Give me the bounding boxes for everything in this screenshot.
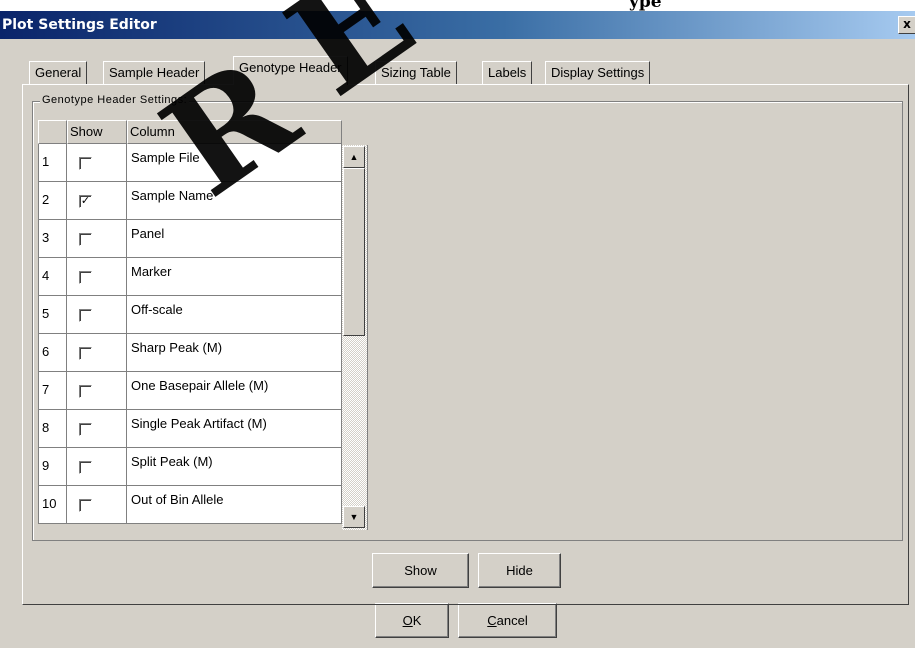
- column-name: Off-scale: [127, 296, 342, 334]
- show-checkbox[interactable]: ✓: [79, 195, 92, 208]
- show-checkbox[interactable]: [79, 347, 92, 360]
- show-cell: [67, 334, 127, 372]
- show-checkbox[interactable]: [79, 309, 92, 322]
- show-cell: [67, 486, 127, 524]
- tab-label: Sample Header: [109, 65, 200, 80]
- tab-label: Genotype Header: [239, 60, 342, 75]
- scroll-up-button[interactable]: ▲: [343, 146, 365, 168]
- tab-labels[interactable]: Labels: [482, 61, 533, 84]
- tab-sample-header[interactable]: Sample Header: [103, 61, 206, 84]
- show-cell: ✓: [67, 182, 127, 220]
- hide-button[interactable]: Hide: [478, 553, 561, 588]
- cancel-mnemonic: C: [487, 613, 497, 628]
- show-checkbox[interactable]: [79, 157, 92, 170]
- show-cell: [67, 258, 127, 296]
- show-cell: [67, 448, 127, 486]
- ok-button[interactable]: OK: [375, 603, 449, 638]
- row-number: 3: [38, 220, 67, 258]
- title-bar[interactable]: Plot Settings Editor x: [0, 11, 915, 39]
- tab-sizing-table[interactable]: Sizing Table: [375, 61, 457, 84]
- table-row[interactable]: 9 Split Peak (M): [38, 448, 342, 486]
- row-number: 10: [38, 486, 67, 524]
- row-number: 7: [38, 372, 67, 410]
- tab-general[interactable]: General: [29, 61, 88, 84]
- scroll-thumb[interactable]: [343, 168, 365, 336]
- tab-label: Display Settings: [551, 65, 645, 80]
- row-number: 6: [38, 334, 67, 372]
- show-cell: [67, 144, 127, 182]
- row-number: 8: [38, 410, 67, 448]
- row-number: 4: [38, 258, 67, 296]
- show-checkbox[interactable]: [79, 499, 92, 512]
- show-checkbox[interactable]: [79, 233, 92, 246]
- tab-genotype-header[interactable]: Genotype Header: [233, 56, 348, 85]
- column-name: Sample File: [127, 144, 342, 182]
- background-window-strip: ype: [0, 0, 915, 12]
- table-row[interactable]: 6 Sharp Peak (M): [38, 334, 342, 372]
- row-number: 9: [38, 448, 67, 486]
- column-name: Panel: [127, 220, 342, 258]
- close-icon: x: [903, 17, 911, 31]
- table-row[interactable]: 2 ✓ Sample Name: [38, 182, 342, 220]
- cancel-button[interactable]: Cancel: [458, 603, 557, 638]
- ok-label: K: [412, 613, 422, 628]
- column-name: Sharp Peak (M): [127, 334, 342, 372]
- show-checkbox[interactable]: [79, 461, 92, 474]
- table-row[interactable]: 7 One Basepair Allele (M): [38, 372, 342, 410]
- header-number: [38, 120, 67, 144]
- down-arrow-icon: ▼: [349, 512, 359, 522]
- table-row[interactable]: 4 Marker: [38, 258, 342, 296]
- table-row[interactable]: 5 Off-scale: [38, 296, 342, 334]
- table-row[interactable]: 3 Panel: [38, 220, 342, 258]
- row-number: 2: [38, 182, 67, 220]
- row-number: 5: [38, 296, 67, 334]
- show-cell: [67, 372, 127, 410]
- column-name: Marker: [127, 258, 342, 296]
- tab-display-settings[interactable]: Display Settings: [545, 61, 651, 84]
- column-name: Split Peak (M): [127, 448, 342, 486]
- table-row[interactable]: 10 Out of Bin Allele: [38, 486, 342, 524]
- table-row[interactable]: 8 Single Peak Artifact (M): [38, 410, 342, 448]
- tab-label: Sizing Table: [381, 65, 451, 80]
- up-arrow-icon: ▲: [349, 152, 359, 162]
- group-legend: Genotype Header Settings:: [40, 94, 190, 106]
- table-row[interactable]: 1 Sample File: [38, 144, 342, 182]
- window-title: Plot Settings Editor: [2, 17, 157, 33]
- show-button[interactable]: Show: [372, 553, 469, 588]
- header-show[interactable]: Show: [67, 120, 127, 144]
- show-cell: [67, 410, 127, 448]
- column-name: Sample Name: [127, 182, 342, 220]
- show-checkbox[interactable]: [79, 423, 92, 436]
- ok-mnemonic: O: [402, 613, 413, 628]
- column-name: Single Peak Artifact (M): [127, 410, 342, 448]
- scroll-down-button[interactable]: ▼: [343, 506, 365, 528]
- cancel-label: ancel: [496, 613, 528, 628]
- close-button[interactable]: x: [898, 16, 915, 34]
- show-checkbox[interactable]: [79, 385, 92, 398]
- show-checkbox[interactable]: [79, 271, 92, 284]
- table-scrollbar[interactable]: ▲ ▼: [342, 145, 368, 530]
- show-cell: [67, 296, 127, 334]
- row-number: 1: [38, 144, 67, 182]
- tab-label: General: [35, 65, 82, 80]
- show-cell: [67, 220, 127, 258]
- header-column[interactable]: Column: [127, 120, 342, 144]
- column-name: One Basepair Allele (M): [127, 372, 342, 410]
- tab-label: Labels: [488, 65, 527, 80]
- column-name: Out of Bin Allele: [127, 486, 342, 524]
